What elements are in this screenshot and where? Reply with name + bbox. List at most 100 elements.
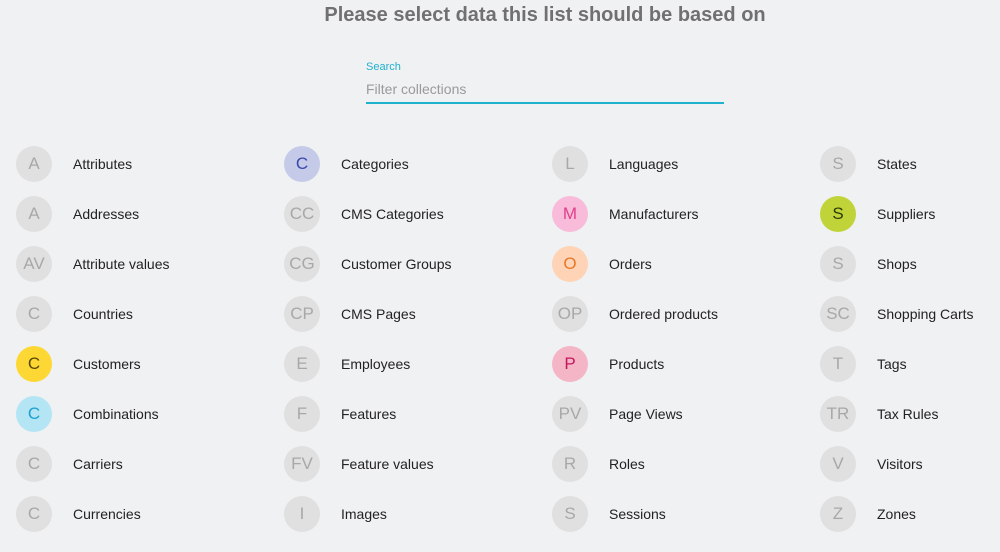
avatar: FV	[284, 446, 320, 482]
collection-label: Tax Rules	[877, 406, 939, 422]
search-input[interactable]	[366, 75, 724, 104]
collection-item-attributes[interactable]: A Attributes	[16, 146, 276, 182]
collection-label: Visitors	[877, 456, 923, 472]
collection-item-images[interactable]: I Images	[284, 496, 544, 532]
avatar: C	[16, 296, 52, 332]
avatar: PV	[552, 396, 588, 432]
avatar: I	[284, 496, 320, 532]
collection-label: Customer Groups	[341, 256, 452, 272]
collection-label: CMS Pages	[341, 306, 416, 322]
collection-label: CMS Categories	[341, 206, 444, 222]
collection-item-manufacturers[interactable]: M Manufacturers	[552, 196, 812, 232]
collection-item-visitors[interactable]: V Visitors	[820, 446, 1000, 482]
collection-item-zones[interactable]: Z Zones	[820, 496, 1000, 532]
collection-label: Attribute values	[73, 256, 170, 272]
collection-item-addresses[interactable]: A Addresses	[16, 196, 276, 232]
avatar: R	[552, 446, 588, 482]
collection-item-feature-values[interactable]: FV Feature values	[284, 446, 544, 482]
collection-label: Feature values	[341, 456, 434, 472]
avatar: S	[552, 496, 588, 532]
collection-label: Attributes	[73, 156, 133, 172]
collection-item-attribute-values[interactable]: AV Attribute values	[16, 246, 276, 282]
collection-item-sessions[interactable]: S Sessions	[552, 496, 812, 532]
collection-item-languages[interactable]: L Languages	[552, 146, 812, 182]
collection-label: Features	[341, 406, 397, 422]
avatar: P	[552, 346, 588, 382]
page-title: Please select data this list should be b…	[324, 4, 766, 26]
collection-label: Carriers	[73, 456, 123, 472]
collection-label: Images	[341, 506, 387, 522]
collection-item-tax-rules[interactable]: TR Tax Rules	[820, 396, 1000, 432]
avatar: CG	[284, 246, 320, 282]
collection-item-features[interactable]: F Features	[284, 396, 544, 432]
collection-item-carriers[interactable]: C Carriers	[16, 446, 276, 482]
avatar: Z	[820, 496, 856, 532]
avatar: A	[16, 196, 52, 232]
search-field: Search	[366, 61, 724, 104]
avatar: S	[820, 196, 856, 232]
collection-label: Shopping Carts	[877, 306, 974, 322]
avatar: A	[16, 146, 52, 182]
avatar: L	[552, 146, 588, 182]
avatar: CP	[284, 296, 320, 332]
avatar: SC	[820, 296, 856, 332]
collection-label: Addresses	[73, 206, 140, 222]
avatar: C	[16, 346, 52, 382]
collection-label: Zones	[877, 506, 916, 522]
avatar: C	[284, 146, 320, 182]
collection-item-states[interactable]: S States	[820, 146, 1000, 182]
avatar: TR	[820, 396, 856, 432]
avatar: O	[552, 246, 588, 282]
avatar: F	[284, 396, 320, 432]
avatar: C	[16, 496, 52, 532]
avatar: M	[552, 196, 588, 232]
collection-label: Products	[609, 356, 665, 372]
collection-item-shops[interactable]: S Shops	[820, 246, 1000, 282]
collection-label: Employees	[341, 356, 411, 372]
collection-item-categories[interactable]: C Categories	[284, 146, 544, 182]
collection-label: Shops	[877, 256, 917, 272]
collection-item-customer-groups[interactable]: CG Customer Groups	[284, 246, 544, 282]
search-label: Search	[366, 61, 401, 73]
collection-item-currencies[interactable]: C Currencies	[16, 496, 276, 532]
collection-item-countries[interactable]: C Countries	[16, 296, 276, 332]
collection-label: Categories	[341, 156, 409, 172]
collection-item-cms-categories[interactable]: CC CMS Categories	[284, 196, 544, 232]
collection-item-combinations[interactable]: C Combinations	[16, 396, 276, 432]
collection-item-ordered-products[interactable]: OP Ordered products	[552, 296, 812, 332]
collection-label: Currencies	[73, 506, 141, 522]
collection-label: Combinations	[73, 406, 159, 422]
collection-item-orders[interactable]: O Orders	[552, 246, 812, 282]
collection-label: Page Views	[609, 406, 683, 422]
collection-item-roles[interactable]: R Roles	[552, 446, 812, 482]
avatar: E	[284, 346, 320, 382]
avatar: CC	[284, 196, 320, 232]
avatar: C	[16, 396, 52, 432]
avatar: AV	[16, 246, 52, 282]
collection-item-shopping-carts[interactable]: SC Shopping Carts	[820, 296, 1000, 332]
avatar: C	[16, 446, 52, 482]
collection-label: Sessions	[609, 506, 666, 522]
collection-label: Ordered products	[609, 306, 718, 322]
collection-label: Orders	[609, 256, 652, 272]
collection-label: Customers	[73, 356, 141, 372]
collection-item-tags[interactable]: T Tags	[820, 346, 1000, 382]
avatar: T	[820, 346, 856, 382]
collection-label: Languages	[609, 156, 679, 172]
collection-item-suppliers[interactable]: S Suppliers	[820, 196, 1000, 232]
collection-label: Countries	[73, 306, 133, 322]
collection-item-page-views[interactable]: PV Page Views	[552, 396, 812, 432]
collection-item-cms-pages[interactable]: CP CMS Pages	[284, 296, 544, 332]
collection-label: States	[877, 156, 917, 172]
collection-item-customers[interactable]: C Customers	[16, 346, 276, 382]
collection-label: Manufacturers	[609, 206, 699, 222]
collection-label: Roles	[609, 456, 645, 472]
avatar: V	[820, 446, 856, 482]
collection-item-employees[interactable]: E Employees	[284, 346, 544, 382]
avatar: S	[820, 146, 856, 182]
collection-label: Tags	[877, 356, 907, 372]
avatar: S	[820, 246, 856, 282]
avatar: OP	[552, 296, 588, 332]
collection-label: Suppliers	[877, 206, 936, 222]
collection-item-products[interactable]: P Products	[552, 346, 812, 382]
